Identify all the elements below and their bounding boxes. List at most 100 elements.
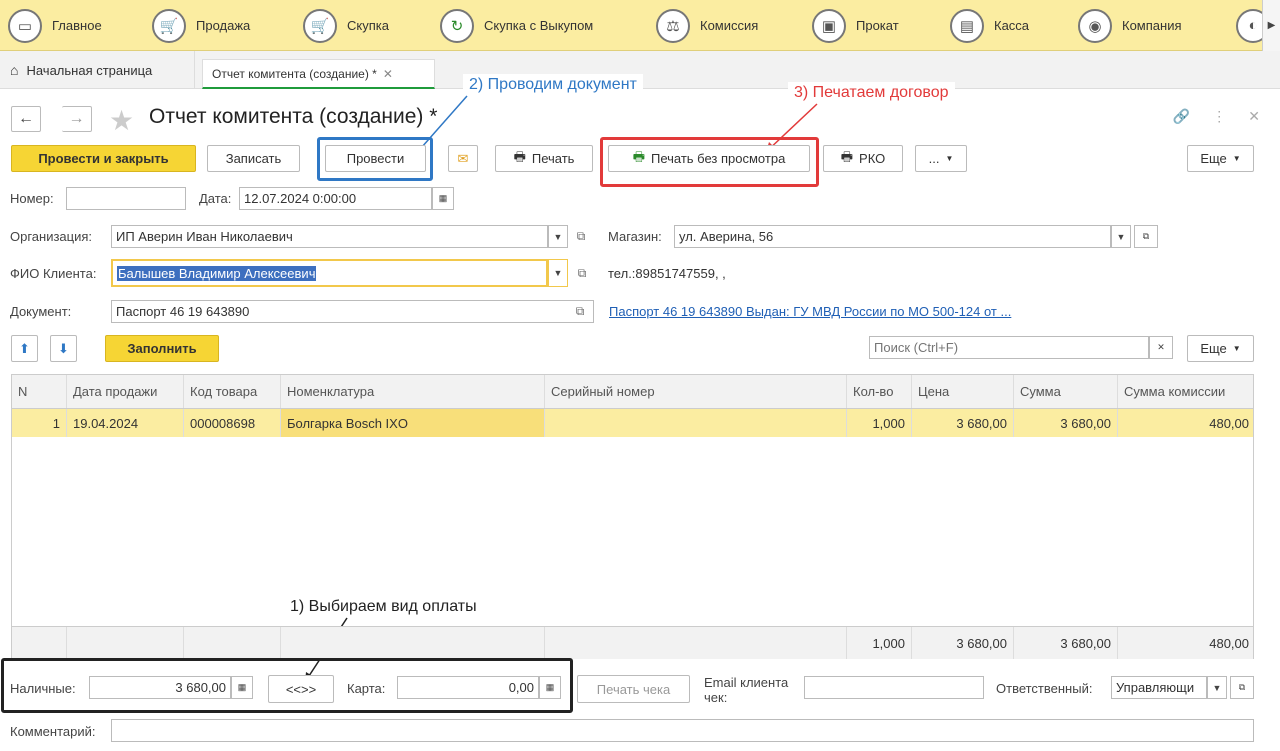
organization-dropdown[interactable]: ▼: [548, 225, 568, 248]
print-check-label: Печать чека: [596, 681, 671, 697]
post-and-close-label: Провести и закрыть: [38, 151, 169, 166]
print-without-preview-label: Печать без просмотра: [650, 151, 786, 166]
rko-button[interactable]: 🖶 РКО: [823, 145, 903, 172]
print-button[interactable]: 🖶 Печать: [495, 145, 593, 172]
shop-dropdown[interactable]: ▼: [1111, 225, 1131, 248]
section-cash[interactable]: ▤ Касса: [950, 0, 1029, 51]
chevron-down-icon: ▼: [1212, 682, 1222, 693]
cash-register-icon: ▤: [950, 8, 984, 43]
more-button[interactable]: Еще ▼: [1187, 145, 1254, 172]
card-field[interactable]: 0,00: [397, 676, 539, 699]
open-shop-icon[interactable]: ⧉: [1134, 225, 1158, 248]
more-actions-button[interactable]: ... ▼: [915, 145, 967, 172]
close-icon[interactable]: ✕: [383, 67, 393, 81]
responsible-field[interactable]: Управляющи: [1111, 676, 1207, 699]
client-field[interactable]: Балышев Владимир Алексеевич: [111, 259, 548, 287]
cell-item[interactable]: Болгарка Bosch IXO: [281, 409, 545, 437]
table-more-button[interactable]: Еще ▼: [1187, 335, 1254, 362]
goods-table: N Дата продажи Код товара Номенклатура С…: [11, 374, 1254, 659]
cell-serial[interactable]: [545, 409, 847, 437]
back-button[interactable]: ←: [11, 106, 41, 132]
fill-button[interactable]: Заполнить: [105, 335, 219, 362]
cell-price: 3 680,00: [912, 409, 1014, 437]
cell-sum: 3 680,00: [1014, 409, 1118, 437]
arrow-right-icon: →: [68, 110, 85, 127]
section-sale[interactable]: 🛒 Продажа: [152, 0, 250, 51]
date-field[interactable]: 12.07.2024 0:00:00: [239, 187, 432, 210]
move-down-button[interactable]: ⬇: [50, 335, 77, 362]
table-row[interactable]: 1 19.04.2024 000008698 Болгарка Bosch IX…: [12, 409, 1253, 437]
calculator-icon[interactable]: ▦: [231, 676, 253, 699]
table-more-label: Еще: [1200, 341, 1227, 356]
col-qty[interactable]: Кол-во: [847, 375, 912, 408]
responsible-label: Ответственный:: [996, 681, 1093, 696]
document-link[interactable]: Паспорт 46 19 643890 Выдан: ГУ МВД Росси…: [609, 304, 1011, 319]
total-sum: 3 680,00: [1014, 627, 1118, 659]
responsible-dropdown[interactable]: ▼: [1207, 676, 1227, 699]
section-commission[interactable]: ⚖ Комиссия: [656, 0, 758, 51]
open-organization-icon[interactable]: ⧉: [571, 225, 591, 248]
move-up-button[interactable]: ⬆: [11, 335, 38, 362]
sections-panel: ▭ Главное 🛒 Продажа 🛒 Скупка ↻ Скупка с …: [0, 0, 1280, 51]
section-rent[interactable]: ▣ Прокат: [812, 0, 899, 51]
col-n[interactable]: N: [12, 375, 67, 408]
more-actions-label: ...: [928, 151, 940, 166]
post-and-close-button[interactable]: Провести и закрыть: [11, 145, 196, 172]
cell-code: 000008698: [184, 409, 281, 437]
cart-down-icon: 🛒: [303, 8, 337, 43]
search-input[interactable]: [869, 336, 1149, 359]
comment-field[interactable]: [111, 719, 1254, 742]
col-sum[interactable]: Сумма: [1014, 375, 1118, 408]
section-cash-label: Касса: [994, 18, 1030, 33]
document-field[interactable]: Паспорт 46 19 643890: [111, 300, 594, 323]
email-label-line1: Email клиента: [704, 675, 789, 690]
open-client-icon[interactable]: ⧉: [572, 262, 592, 285]
col-item[interactable]: Номенклатура: [281, 375, 545, 408]
chevron-down-icon: ▼: [1232, 154, 1241, 163]
chevron-down-icon: ▼: [1116, 231, 1126, 242]
section-buyout-redeem[interactable]: ↻ Скупка с Выкупом: [440, 0, 593, 51]
forward-button[interactable]: →: [62, 106, 92, 132]
save-button[interactable]: Записать: [207, 145, 300, 172]
shop-field[interactable]: ул. Аверина, 56: [674, 225, 1111, 248]
email-field[interactable]: [804, 676, 984, 699]
calendar-icon[interactable]: ▦: [432, 187, 454, 210]
section-buyout[interactable]: 🛒 Скупка: [303, 0, 389, 51]
organization-field[interactable]: ИП Аверин Иван Николаевич: [111, 225, 548, 248]
email-label-line2: чек:: [704, 690, 728, 705]
open-responsible-icon[interactable]: ⧉: [1230, 676, 1254, 699]
email-button[interactable]: ✉: [448, 145, 478, 172]
clear-search-icon[interactable]: ✕: [1149, 336, 1173, 359]
col-code[interactable]: Код товара: [184, 375, 281, 408]
date-label: Дата:: [199, 191, 232, 206]
section-main[interactable]: ▭ Главное: [8, 0, 102, 51]
tab-home[interactable]: ⌂ Начальная страница: [0, 51, 195, 89]
open-document-icon[interactable]: ⧉: [570, 300, 590, 323]
section-buyout-label: Скупка: [347, 18, 389, 33]
cash-field[interactable]: 3 680,00: [89, 676, 231, 699]
kebab-menu-icon[interactable]: ⋮: [1212, 108, 1226, 125]
section-rent-label: Прокат: [856, 18, 899, 33]
col-commission[interactable]: Сумма комиссии: [1118, 375, 1255, 408]
calculator-icon[interactable]: ▦: [539, 676, 561, 699]
col-sale-date[interactable]: Дата продажи: [67, 375, 184, 408]
print-without-preview-button[interactable]: 🖶 Печать без просмотра: [608, 145, 810, 172]
client-dropdown[interactable]: ▼: [548, 259, 568, 287]
post-button[interactable]: Провести: [325, 145, 426, 172]
save-label: Записать: [225, 151, 282, 166]
cycle-icon: ↻: [440, 8, 474, 43]
section-company[interactable]: ◉ Компания: [1078, 0, 1182, 51]
swap-payment-button[interactable]: <<>>: [268, 675, 334, 703]
favorite-star-icon[interactable]: ★: [109, 104, 134, 137]
number-field[interactable]: [66, 187, 186, 210]
col-price[interactable]: Цена: [912, 375, 1014, 408]
tab-commission-report[interactable]: Отчет комитента (создание) * ✕: [202, 59, 435, 89]
total-empty-5: [545, 627, 847, 659]
col-serial[interactable]: Серийный номер: [545, 375, 847, 408]
close-window-icon[interactable]: ✕: [1248, 108, 1260, 125]
rko-label: РКО: [859, 151, 886, 166]
scroll-right-icon[interactable]: ▶: [1262, 0, 1280, 51]
link-icon[interactable]: 🔗: [1173, 108, 1190, 125]
print-check-button[interactable]: Печать чека: [577, 675, 690, 703]
email-label: Email клиента чек:: [704, 675, 788, 705]
